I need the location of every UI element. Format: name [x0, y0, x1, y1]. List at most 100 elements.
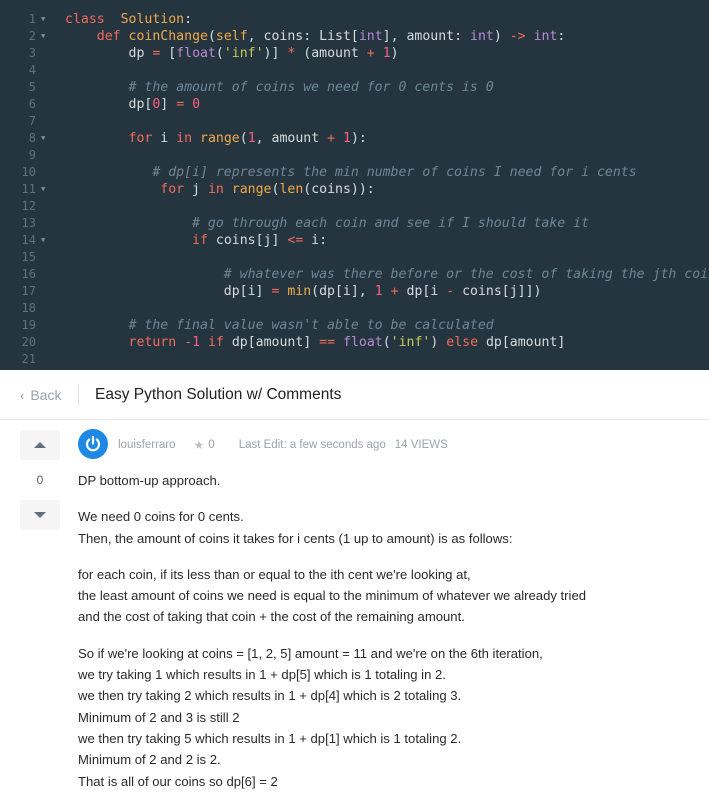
- code-line[interactable]: 10 # dp[i] represents the min number of …: [0, 164, 709, 181]
- line-number: 19: [21, 318, 36, 332]
- code-token: (coins)):: [303, 182, 375, 197]
- fold-arrow-icon[interactable]: ▼: [41, 232, 45, 249]
- line-number: 10: [21, 165, 36, 179]
- code-line[interactable]: 5 # the amount of coins we need for 0 ce…: [0, 79, 709, 96]
- code-line[interactable]: 17 dp[i] = min(dp[i], 1 + dp[i - coins[j…: [0, 283, 709, 300]
- code-token: dp: [65, 46, 153, 61]
- line-number: 18: [21, 301, 36, 315]
- code-token: j: [184, 182, 208, 197]
- post-meta: louisferraro ★ 0 Last Edit: a few second…: [118, 438, 448, 452]
- code-token: (amount: [295, 46, 367, 61]
- code-token: , coins: List[: [247, 29, 359, 44]
- code-token: (: [207, 29, 216, 44]
- code-line[interactable]: 19 # the final value wasn't able to be c…: [0, 317, 709, 334]
- back-button[interactable]: ‹ Back: [20, 387, 61, 403]
- code-token: i:: [303, 233, 328, 248]
- line-number: 11: [21, 182, 36, 196]
- code-token: min: [287, 284, 312, 299]
- code-token: coinChange: [128, 29, 208, 44]
- line-number: 14: [21, 233, 36, 247]
- author-name[interactable]: louisferraro: [118, 439, 176, 451]
- post-line: So if we're looking at coins = [1, 2, 5]…: [78, 645, 543, 661]
- back-label: Back: [30, 387, 62, 403]
- code-token: dp[i: [398, 284, 447, 299]
- avatar[interactable]: [78, 429, 108, 459]
- code-line[interactable]: 18: [0, 300, 709, 317]
- code-token: (: [382, 335, 391, 350]
- code-line[interactable]: 8 ▼ for i in range(1, amount + 1):: [0, 130, 709, 147]
- code-token: if: [192, 233, 208, 248]
- code-line[interactable]: 3 dp = [float('inf')] * (amount + 1): [0, 45, 709, 62]
- code-token: dp[amount]: [223, 335, 320, 350]
- post-line: we then try taking 2 which results in 1 …: [78, 688, 462, 704]
- code-token: -: [184, 335, 193, 350]
- code-token: ):: [350, 131, 367, 146]
- post-paragraph: DP bottom-up approach.: [78, 470, 698, 491]
- code-token: def: [96, 29, 121, 44]
- code-line[interactable]: 1 ▼ class Solution:: [0, 11, 709, 28]
- code-editor[interactable]: 1 ▼ class Solution: 2 ▼ def coinChange(self,…: [0, 0, 709, 370]
- code-line[interactable]: 20 return -1 if dp[amount] == float('inf…: [0, 334, 709, 351]
- code-text: dp[0] = 0: [65, 96, 201, 113]
- code-line[interactable]: 15: [0, 249, 709, 266]
- post-line: for each coin, if its less than or equal…: [78, 566, 471, 582]
- code-token: # whatever was there before or the cost …: [223, 267, 709, 282]
- code-line[interactable]: 21: [0, 351, 709, 368]
- code-line[interactable]: 12: [0, 198, 709, 215]
- code-token: return: [128, 335, 177, 350]
- upvote-icon: [34, 442, 46, 448]
- code-token: Solution: [120, 12, 185, 27]
- fold-arrow-icon[interactable]: ▼: [41, 11, 45, 28]
- code-token: int: [533, 29, 558, 44]
- post-line: We need 0 coins for 0 cents.: [78, 509, 244, 525]
- code-token: coins[j]]): [454, 284, 542, 299]
- line-number: 6: [28, 97, 36, 111]
- code-text: def coinChange(self, coins: List[int], a…: [65, 28, 566, 45]
- code-token: (: [215, 46, 224, 61]
- post-body: DP bottom-up approach. We need 0 coins fo…: [78, 470, 698, 800]
- code-token: for: [128, 131, 153, 146]
- post-paragraph: So if we're looking at coins = [1, 2, 5]…: [78, 643, 698, 792]
- code-line[interactable]: 14 ▼ if coins[j] <= i:: [0, 232, 709, 249]
- post-title: Easy Python Solution w/ Comments: [95, 386, 342, 403]
- code-line[interactable]: 4: [0, 62, 709, 79]
- code-line[interactable]: 11 ▼ for j in range(len(coins)):: [0, 181, 709, 198]
- fold-arrow-icon[interactable]: ▼: [41, 130, 45, 147]
- downvote-button[interactable]: [20, 500, 60, 530]
- code-token: , amount: [255, 131, 328, 146]
- fold-arrow-icon[interactable]: ▼: [41, 28, 45, 45]
- code-line[interactable]: 13 # go through each coin and see if I s…: [0, 215, 709, 232]
- code-token: 1: [247, 131, 256, 146]
- code-line[interactable]: 9: [0, 147, 709, 164]
- header-divider: [78, 384, 79, 406]
- code-line[interactable]: 7: [0, 113, 709, 130]
- post-line: Minimum of 2 and 3 is still 2: [78, 709, 240, 725]
- code-token: else: [446, 335, 479, 350]
- view-count: 14 VIEWS: [394, 439, 448, 451]
- code-line[interactable]: 2 ▼ def coinChange(self, coins: List[int]…: [0, 28, 709, 45]
- line-number: 12: [21, 199, 36, 213]
- code-token: dp[amount]: [478, 335, 566, 350]
- code-token: # dp[i] represents the min number of coi…: [152, 165, 637, 180]
- post-paragraph: for each coin, if its less than or equal…: [78, 564, 698, 628]
- post-line: we try taking 1 which results in 1 + dp[…: [78, 667, 446, 683]
- line-number: 2: [28, 29, 36, 43]
- code-line[interactable]: 6 dp[0] = 0: [0, 96, 709, 113]
- line-number: 4: [28, 63, 36, 77]
- upvote-button[interactable]: [20, 430, 60, 460]
- fold-arrow-icon[interactable]: ▼: [41, 181, 45, 198]
- code-line[interactable]: 16 # whatever was there before or the co…: [0, 266, 709, 283]
- code-token: +: [327, 131, 336, 146]
- post-line: and the cost of taking that coin + the c…: [78, 609, 465, 625]
